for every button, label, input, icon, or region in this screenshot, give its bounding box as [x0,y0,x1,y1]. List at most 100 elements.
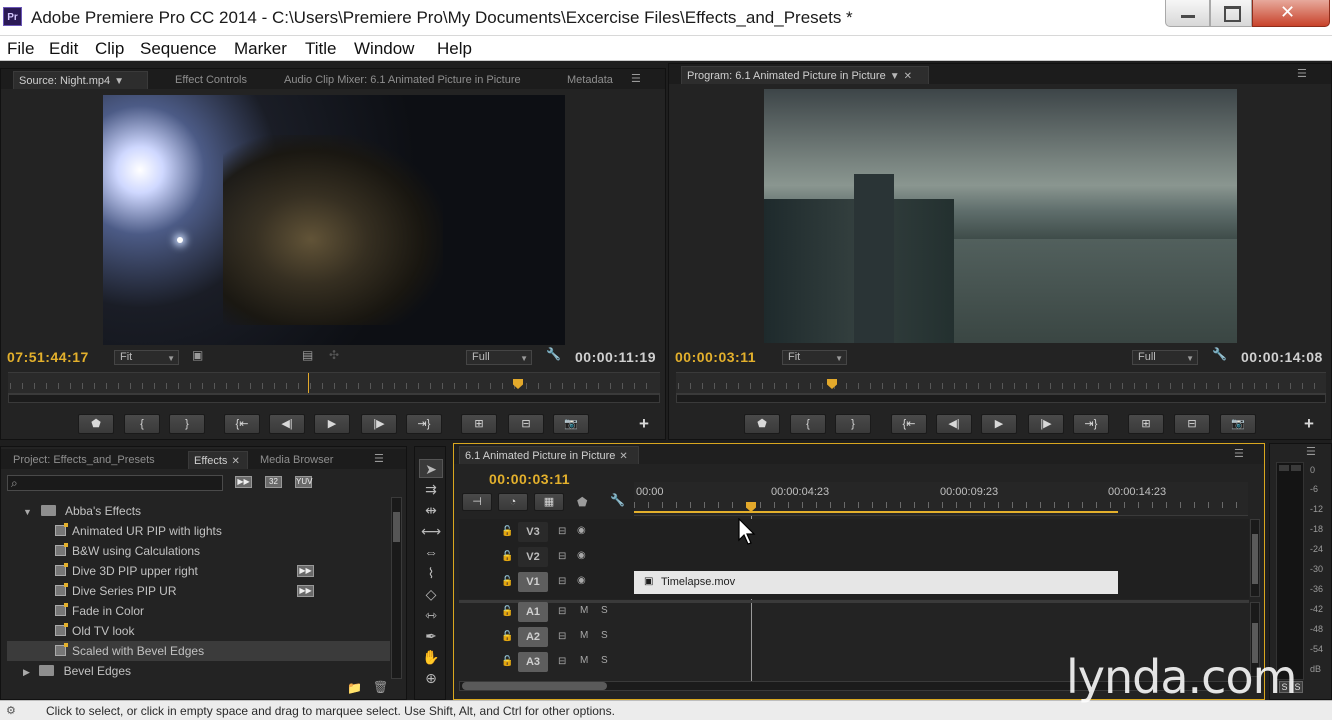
hand-tool-icon[interactable]: ✋ [419,648,443,667]
folder-bevel-edges[interactable]: ▶ Bevel Edges [7,661,390,681]
go-to-out-button[interactable]: ⇥} [406,414,442,434]
snap-icon[interactable]: ⊣ [462,493,492,511]
mute-button[interactable]: M [580,605,588,616]
program-video-frame[interactable] [764,89,1237,343]
go-to-in-button[interactable]: {⇤ [891,414,927,434]
drop-frame-icon[interactable]: ▣ [192,348,203,362]
panel-menu-icon[interactable]: ☰ [1297,69,1313,80]
menu-title[interactable]: Title [305,39,337,59]
list-item[interactable]: Fade in Color [7,601,390,621]
step-forward-button[interactable]: |▶ [1028,414,1064,434]
button-editor-plus-icon[interactable]: + [1304,414,1314,434]
sync-lock-icon[interactable]: ⊟ [558,576,566,587]
source-video-frame[interactable] [103,95,565,345]
video-tracks-scrollbar[interactable] [1250,519,1260,597]
rolling-edit-tool-icon[interactable]: ⟷ [419,522,443,541]
chevron-down-icon[interactable]: ▼ [890,71,900,82]
slide-tool-icon[interactable]: ⇿ [419,606,443,625]
lift-button[interactable]: ⊞ [1128,414,1164,434]
folder-abbas-effects[interactable]: ▼ Abba's Effects [7,501,390,521]
sync-lock-icon[interactable]: ⊟ [558,526,566,537]
solo-button[interactable]: S [601,630,608,641]
menu-sequence[interactable]: Sequence [140,39,217,59]
tab-program[interactable]: Program: 6.1 Animated Picture in Picture… [681,66,929,84]
lock-icon[interactable]: 🔓 [501,656,513,667]
track-select-tool-icon[interactable]: ⇉ [419,480,443,499]
play-button[interactable]: ▶ [314,414,350,434]
ripple-edit-tool-icon[interactable]: ⇹ [419,501,443,520]
source-quality-dropdown[interactable]: Full [466,350,532,365]
lock-icon[interactable]: 🔓 [501,526,513,537]
solo-button[interactable]: S [601,605,608,616]
wrench-icon[interactable]: 🔧 [1212,347,1227,361]
menu-file[interactable]: File [7,39,34,59]
mark-out-button[interactable]: } [835,414,871,434]
program-time-ruler[interactable] [676,372,1326,394]
zoom-tool-icon[interactable]: ⊕ [419,669,443,688]
list-item-selected[interactable]: Scaled with Bevel Edges [7,641,390,661]
program-fit-dropdown[interactable]: Fit [782,350,847,365]
mute-button[interactable]: M [580,655,588,666]
tab-effects[interactable]: Effects ✕ [188,451,248,469]
chevron-down-icon[interactable]: ▼ [114,76,124,87]
tab-metadata[interactable]: Metadata [562,71,618,89]
menu-help[interactable]: Help [437,39,472,59]
tab-source[interactable]: Source: Night.mp4 ▼ [13,71,148,89]
mark-in-button[interactable]: { [790,414,826,434]
scroll-thumb[interactable] [393,512,400,542]
list-item[interactable]: Animated UR PIP with lights [7,521,390,541]
yuv-effects-icon[interactable]: YUV [295,476,312,488]
pen-tool-icon[interactable]: ✒ [419,627,443,646]
close-icon[interactable]: ✕ [231,456,239,467]
menu-clip[interactable]: Clip [95,39,124,59]
button-editor-plus-icon[interactable]: + [639,414,649,434]
nest-icon[interactable]: ▦ [534,493,564,511]
program-quality-dropdown[interactable]: Full [1132,350,1198,365]
track-label[interactable]: V2 [518,547,548,567]
play-button[interactable]: ▶ [981,414,1017,434]
source-fit-dropdown[interactable]: Fit [114,350,179,365]
eye-icon[interactable]: ◉ [577,525,586,536]
track-label[interactable]: V3 [518,522,548,542]
tab-media-browser[interactable]: Media Browser [255,451,338,469]
work-area-bar[interactable] [634,511,1118,513]
timeline-clip[interactable]: ▣ Timelapse.mov [634,571,1118,594]
source-playhead-timecode[interactable]: 07:51:44:17 [7,349,89,365]
sync-lock-icon[interactable]: ⊟ [558,606,566,617]
premiere-app-icon[interactable]: Pr [3,7,22,26]
slip-tool-icon[interactable]: ◇ [419,585,443,604]
rate-stretch-tool-icon[interactable]: ⇔ [419,543,443,562]
program-zoom-scrollbar[interactable] [676,394,1326,403]
step-forward-button[interactable]: |▶ [361,414,397,434]
32-bit-effects-icon[interactable]: 32 [265,476,282,488]
panel-menu-icon[interactable]: ☰ [631,74,647,85]
source-zoom-scrollbar[interactable] [8,394,660,403]
step-back-button[interactable]: ◀| [269,414,305,434]
timeline-playhead-timecode[interactable]: 00:00:03:11 [489,471,570,487]
film-strip-icon[interactable]: ▤ [302,348,313,362]
accelerated-effects-icon[interactable]: ▶▶ [235,476,252,488]
camera-icon[interactable]: 📷 [1220,414,1256,434]
list-item[interactable]: B&W using Calculations [7,541,390,561]
add-marker-button[interactable]: ⬟ [744,414,780,434]
trash-icon[interactable]: 🗑 [373,680,388,694]
sync-lock-icon[interactable]: ⊟ [558,656,566,667]
source-time-ruler[interactable] [8,372,660,394]
close-icon[interactable]: ✕ [904,71,912,82]
sync-lock-icon[interactable]: ⊟ [558,631,566,642]
eye-icon[interactable]: ◉ [577,575,586,586]
list-item[interactable]: Old TV look [7,621,390,641]
sync-lock-icon[interactable]: ⊟ [558,551,566,562]
panel-menu-icon[interactable]: ☰ [1234,449,1250,460]
scroll-thumb[interactable] [462,682,607,690]
panel-menu-icon[interactable]: ☰ [1306,447,1322,458]
mark-in-button[interactable]: { [124,414,160,434]
mute-button[interactable]: M [580,630,588,641]
effects-scrollbar[interactable] [391,497,402,679]
track-label[interactable]: A1 [518,602,548,622]
wrench-icon[interactable]: 🔧 [546,347,561,361]
add-marker-button[interactable]: ⬟ [78,414,114,434]
mark-out-button[interactable]: } [169,414,205,434]
close-icon[interactable]: ✕ [619,451,627,462]
scroll-thumb[interactable] [1252,534,1258,584]
